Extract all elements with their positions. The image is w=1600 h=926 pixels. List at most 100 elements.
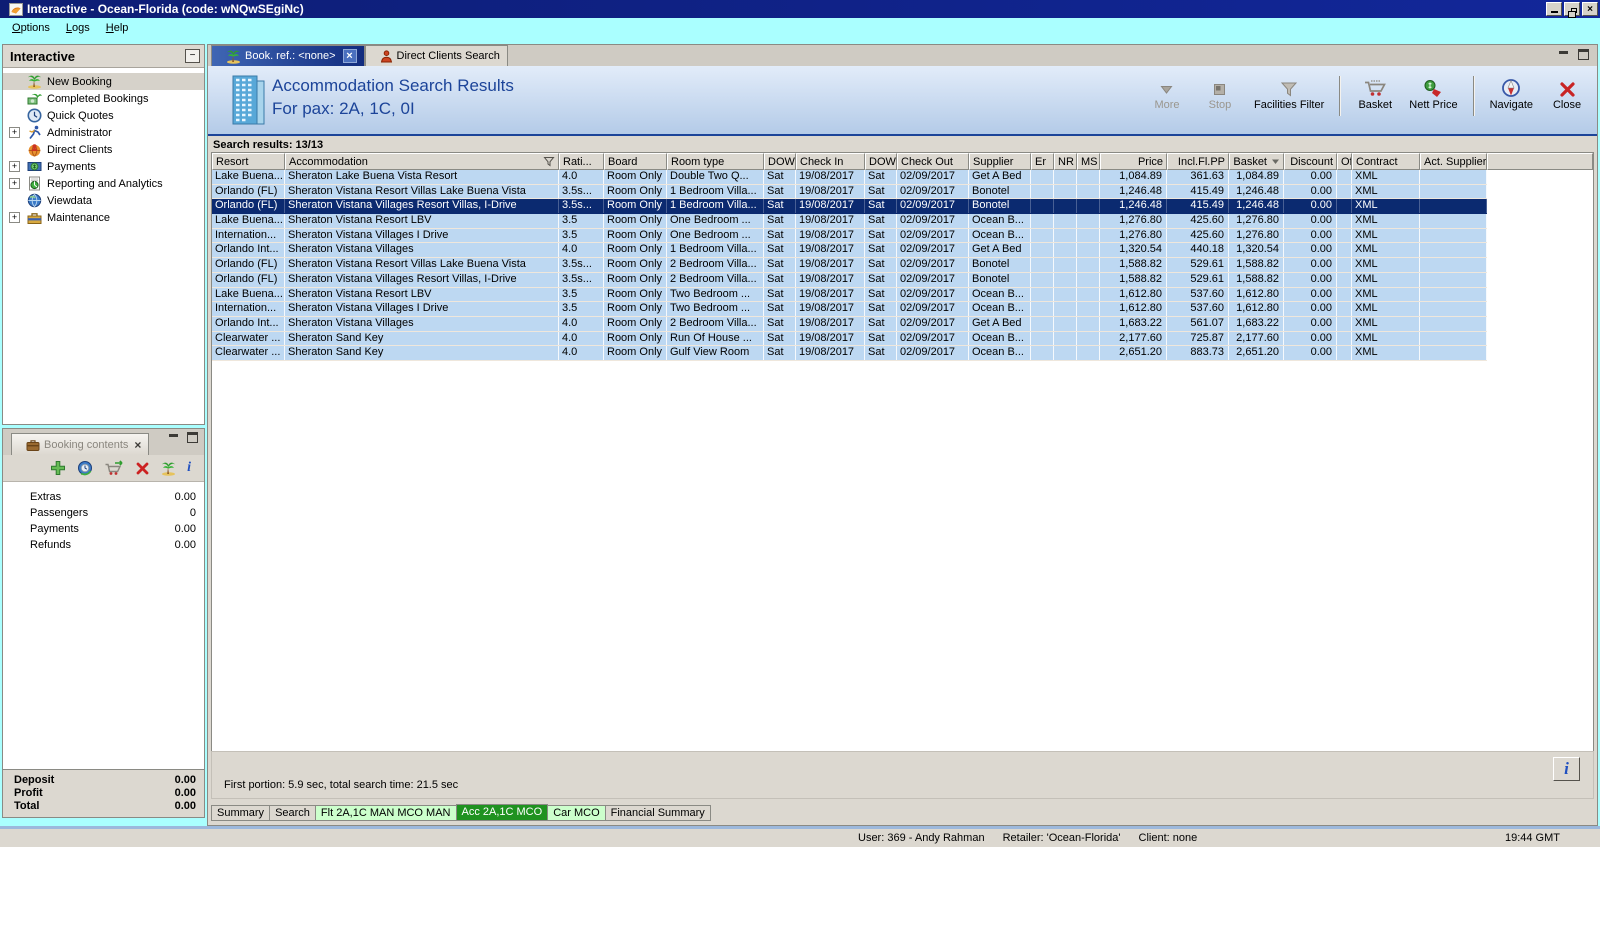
expand-toggle[interactable]: + [9,212,20,223]
booking-contents-tab[interactable]: Booking contents × [11,433,150,455]
column-header-price[interactable]: Price [1100,153,1167,170]
cell-incl_fl_pp: 537.60 [1167,287,1229,302]
sidebar-item-completed-bookings[interactable]: Completed Bookings [3,90,204,107]
add-icon[interactable] [50,460,66,476]
cart-arrow-icon[interactable] [104,460,124,476]
collapse-panel-button[interactable]: − [185,49,200,63]
menu-item-options[interactable]: Options [4,20,58,36]
column-header-room-type[interactable]: Room type [667,153,764,170]
title-bar[interactable]: Interactive - Ocean-Florida (code: wNQwS… [0,0,1600,18]
close-button[interactable]: Close [1545,76,1589,113]
menu-item-logs[interactable]: Logs [58,20,98,36]
minimize-icon[interactable] [168,432,180,442]
table-row[interactable]: Orlando (FL) Sheraton Vistana Resort Vill… [212,184,1487,200]
table-row[interactable]: Internation... Sheraton Vistana Villages … [212,228,1487,244]
sidebar-item-viewdata[interactable]: Viewdata [3,192,204,209]
column-header-er[interactable]: Er [1031,153,1054,170]
booking-row-passengers[interactable]: Passengers 0 [3,505,204,521]
table-row[interactable]: Lake Buena... Sheraton Vistana Resort LBV… [212,214,1487,229]
facilities-filter-button[interactable]: Facilities Filter [1251,76,1327,113]
sidebar-item-reporting-and-analytics[interactable]: + Reporting and Analytics [3,175,204,192]
nett-price-button[interactable]: Nett Price [1406,76,1460,113]
column-header-dow[interactable]: DOW [865,153,897,170]
cell-er [1031,214,1054,228]
sidebar-item-direct-clients[interactable]: Direct Clients [3,141,204,158]
restore-button[interactable] [1564,2,1580,18]
cell-basket: 1,276.80 [1229,228,1284,243]
booking-row-extras[interactable]: Extras 0.00 [3,489,204,505]
bottom-tab-acc-2a-1c-mco[interactable]: Acc 2A,1C MCO [455,804,549,821]
info-button[interactable]: i [1553,757,1580,781]
bottom-tab-car-mco[interactable]: Car MCO [547,805,606,821]
palm-tree-icon[interactable] [161,461,176,476]
table-row[interactable]: Internation... Sheraton Vistana Villages … [212,302,1487,317]
cell-room_type: Double Two Q... [667,170,764,184]
table-row[interactable]: Orlando (FL) Sheraton Vistana Resort Vill… [212,258,1487,273]
column-header-discount[interactable]: Discount [1284,153,1337,170]
cell-accommodation: Sheraton Vistana Resort Villas Lake Buen… [285,184,559,199]
cell-dow_in: Sat [764,316,796,331]
column-header-ms[interactable]: MS [1077,153,1100,170]
column-header-accommodation[interactable]: Accommodation [285,153,559,170]
minimize-icon[interactable] [1558,49,1570,59]
maximize-icon[interactable] [1578,49,1589,60]
minimize-button[interactable] [1546,2,1562,16]
expand-toggle[interactable]: + [9,127,20,138]
cell-rating: 3.5 [559,287,604,302]
table-row[interactable]: Clearwater ... Sheraton Sand Key 4.0 Room O… [212,346,1487,361]
bottom-tab-flt-2a-1c-man-mco-man[interactable]: Flt 2A,1C MAN MCO MAN [314,805,457,821]
column-header-nr[interactable]: NR [1054,153,1077,170]
basket-button[interactable]: Basket [1353,76,1397,113]
cell-er [1031,287,1054,302]
maximize-icon[interactable] [187,432,198,443]
cell-contract: XML [1352,184,1420,199]
world-clock-icon[interactable] [77,460,93,476]
table-row[interactable]: Orlando (FL) Sheraton Vistana Villages Re… [212,272,1487,288]
table-row[interactable]: Lake Buena... Sheraton Lake Buena Vista R… [212,170,1487,185]
close-button[interactable]: × [1582,2,1598,16]
column-header-check-out[interactable]: Check Out [897,153,969,170]
cell-act_supplier [1420,331,1487,346]
column-header-label: NR [1058,155,1074,168]
column-header-contract[interactable]: Contract [1352,153,1420,170]
navigate-button[interactable]: Navigate [1487,76,1536,113]
column-header-of[interactable]: Of [1337,153,1352,170]
table-row[interactable]: Clearwater ... Sheraton Sand Key 4.0 Room O… [212,331,1487,347]
menu-item-help[interactable]: Help [98,20,137,36]
sidebar-item-new-booking[interactable]: New Booking [3,73,204,90]
sidebar-item-quick-quotes[interactable]: Quick Quotes [3,107,204,124]
booking-total-label: Profit [14,787,43,799]
column-header-resort[interactable]: Resort [212,153,285,170]
expand-toggle[interactable]: + [9,178,20,189]
table-row[interactable]: Orlando Int... Sheraton Vistana Villages 4… [212,316,1487,332]
column-header-board[interactable]: Board [604,153,667,170]
cell-supplier: Get A Bed [969,316,1031,331]
column-header-basket[interactable]: Basket [1229,153,1284,170]
tab-close-icon[interactable]: × [342,49,357,63]
sidebar-item-administrator[interactable]: + Administrator [3,124,204,141]
booking-row-payments[interactable]: Payments 0.00 [3,521,204,537]
bottom-tab-financial-summary[interactable]: Financial Summary [604,805,711,821]
sidebar-item-maintenance[interactable]: + Maintenance [3,209,204,226]
column-header-incl-fl-pp[interactable]: Incl.Fl.PP [1167,153,1229,170]
bottom-tab-search[interactable]: Search [269,805,316,821]
column-header-supplier[interactable]: Supplier [969,153,1031,170]
table-row[interactable]: Orlando (FL) Sheraton Vistana Villages Re… [212,199,1487,215]
delete-icon[interactable] [135,461,150,476]
tab-book-ref-none[interactable]: Book. ref.: <none> × [211,45,365,66]
cell-check_out: 02/09/2017 [897,258,969,272]
expand-toggle[interactable]: + [9,161,20,172]
funnel-small-icon[interactable] [543,156,555,167]
column-header-act-supplier[interactable]: Act. Supplier [1420,153,1487,170]
tab-close-icon[interactable]: × [134,438,141,452]
booking-row-refunds[interactable]: Refunds 0.00 [3,537,204,553]
column-header-dow[interactable]: DOW [764,153,796,170]
tab-direct-clients-search[interactable]: Direct Clients Search [364,45,508,66]
info-icon[interactable]: i [187,460,191,476]
column-header-rati[interactable]: Rati... [559,153,604,170]
table-row[interactable]: Orlando Int... Sheraton Vistana Villages 4… [212,243,1487,259]
bottom-tab-summary[interactable]: Summary [211,805,271,821]
sidebar-item-payments[interactable]: + Payments [3,158,204,175]
column-header-check-in[interactable]: Check In [796,153,865,170]
table-row[interactable]: Lake Buena... Sheraton Vistana Resort LBV… [212,287,1487,303]
